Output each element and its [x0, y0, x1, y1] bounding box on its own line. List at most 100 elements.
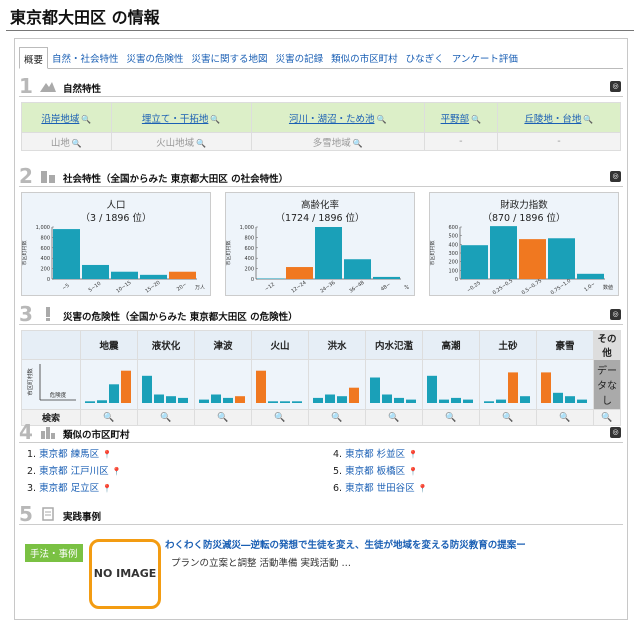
x-tick-label: 0.75~1.0 [550, 278, 573, 295]
prefecture-link[interactable]: 東京都 [39, 483, 71, 494]
hazard-chart-cell [137, 359, 195, 410]
bar [82, 264, 109, 279]
similar-city-item[interactable]: 3. 東京都 足立区 📍 [27, 480, 327, 497]
tab-5[interactable]: 類似の市区町村 [327, 47, 402, 68]
city-link[interactable]: 杉並区 [377, 449, 406, 460]
y-tick-label: 400 [40, 256, 50, 262]
bar [439, 399, 449, 403]
hazard-name: 津波 [194, 330, 252, 360]
tab-2[interactable]: 災害の危険性 [123, 47, 188, 68]
city-link[interactable]: 江戸川区 [71, 466, 109, 477]
section-number: 4 [19, 420, 33, 444]
natural-feature-link[interactable]: 丘陵地・台地 [524, 114, 581, 125]
natural-cell[interactable]: 平野部 🔍 [423, 102, 498, 133]
x-tick-label: 0.25~0.5 [492, 278, 515, 295]
item-number: 4. [333, 449, 346, 460]
natural-cell[interactable]: 河川・湖沼・ため池 🔍 [250, 102, 425, 133]
collapse-toggle-icon[interactable]: ◎ [610, 309, 621, 320]
search-icon[interactable]: 🔍 [103, 413, 114, 423]
similar-city-item[interactable]: 1. 東京都 練馬区 📍 [27, 446, 327, 463]
bar [337, 396, 347, 403]
natural-feature-link[interactable]: 沿岸地域 [41, 114, 79, 125]
collapse-toggle-icon[interactable]: ◎ [610, 427, 621, 438]
hazard-axis-legend: 市区町村数危険度 [26, 364, 76, 401]
y-tick-label: 200 [40, 267, 50, 273]
y-axis-label: 市区町村数 [430, 240, 436, 265]
practice-title-link[interactable]: わくわく防災減災―逆転の発想で生徒を変え、生徒が地域を変える防災教育の提案ー [165, 537, 526, 551]
section-hazard-header: 3 災害の危険性（全国からみた 東京都大田区 の危険性） ◎ [19, 302, 623, 326]
collapse-toggle-icon[interactable]: ◎ [610, 171, 621, 182]
bar [142, 375, 152, 403]
similar-city-item[interactable]: 4. 東京都 杉並区 📍 [333, 446, 633, 463]
search-icon[interactable]: 🔍 [210, 115, 220, 124]
search-icon[interactable]: 🔍 [583, 115, 593, 124]
natural-cell[interactable]: 埋立て・干拓地 🔍 [110, 102, 252, 133]
search-icon[interactable]: 🔍 [331, 413, 342, 423]
natural-cell[interactable]: 丘陵地・台地 🔍 [496, 102, 622, 133]
title-divider [6, 30, 634, 31]
natural-feature-link[interactable]: 平野部 [441, 114, 470, 125]
bar [553, 392, 563, 403]
axis-y-label: 市区町村数 [26, 368, 34, 396]
tab-0[interactable]: 概要 [19, 47, 49, 69]
search-icon[interactable]: 🔍 [445, 413, 456, 423]
bar-chart: 市区町村数 1,000 800 600 400 200 0 ~12 12~24 24~36 36~4… [226, 225, 409, 294]
similar-city-item[interactable]: 5. 東京都 板橋区 📍 [333, 463, 633, 480]
bar [223, 397, 233, 403]
map-pin-icon[interactable]: 📍 [418, 484, 428, 493]
map-pin-icon[interactable]: 📍 [102, 484, 112, 493]
tab-4[interactable]: 災害の記録 [272, 47, 328, 68]
x-unit-label: 数値 [603, 284, 613, 291]
hazard-name: 液状化 [137, 330, 195, 360]
natural-feature-link[interactable]: 埋立て・干拓地 [142, 114, 209, 125]
city-link[interactable]: 世田谷区 [377, 483, 415, 494]
natural-cell[interactable]: 沿岸地域 🔍 [21, 102, 112, 133]
prefecture-link[interactable]: 東京都 [39, 449, 71, 460]
prefecture-link[interactable]: 東京都 [345, 466, 377, 477]
bar [519, 239, 546, 279]
bar [541, 372, 551, 403]
search-icon[interactable]: 🔍 [376, 115, 386, 124]
y-tick-label: 1,000 [240, 225, 254, 231]
item-number: 3. [27, 483, 40, 494]
search-icon[interactable]: 🔍 [160, 413, 171, 423]
tab-6[interactable]: ひなぎく [402, 47, 448, 68]
map-pin-icon[interactable]: 📍 [408, 467, 418, 476]
prefecture-link[interactable]: 東京都 [345, 483, 377, 494]
search-icon[interactable]: 🔍 [502, 413, 513, 423]
city-link[interactable]: 足立区 [71, 483, 100, 494]
search-icon[interactable]: 🔍 [217, 413, 228, 423]
search-icon[interactable]: 🔍 [471, 115, 481, 124]
map-pin-icon[interactable]: 📍 [102, 450, 112, 459]
similar-list-left: 1. 東京都 練馬区 📍 2. 東京都 江戸川区 📍 3. 東京都 足立区 📍 [27, 446, 327, 497]
city-link[interactable]: 板橋区 [377, 466, 406, 477]
building-icon [39, 169, 57, 183]
tab-7[interactable]: アンケート評価 [448, 47, 522, 68]
tab-1[interactable]: 自然・社会特性 [48, 47, 123, 68]
prefecture-link[interactable]: 東京都 [39, 466, 71, 477]
bar [349, 387, 359, 403]
no-image-thumbnail[interactable]: NO IMAGE [89, 539, 161, 609]
bar [235, 396, 245, 403]
similar-city-item[interactable]: 2. 東京都 江戸川区 📍 [27, 463, 327, 480]
collapse-toggle-icon[interactable]: ◎ [610, 81, 621, 92]
prefecture-link[interactable]: 東京都 [345, 449, 377, 460]
map-pin-icon[interactable]: 📍 [112, 467, 122, 476]
x-tick-label: 10~15 [115, 280, 132, 295]
page-title: 東京都大田区 の情報 [10, 8, 160, 27]
tab-3[interactable]: 災害に関する地図 [188, 47, 272, 68]
search-icon[interactable]: 🔍 [559, 413, 570, 423]
natural-cell-inactive: 山地 🔍 [21, 132, 112, 151]
search-icon[interactable]: 🔍 [388, 413, 399, 423]
search-icon[interactable]: 🔍 [274, 413, 285, 423]
bar [280, 401, 290, 403]
similar-city-item[interactable]: 6. 東京都 世田谷区 📍 [333, 480, 633, 497]
bar [313, 397, 323, 403]
section-label: 自然特性 [63, 84, 102, 95]
city-link[interactable]: 練馬区 [71, 449, 100, 460]
x-tick-label: ~12 [264, 282, 276, 293]
search-icon[interactable]: 🔍 [601, 413, 612, 423]
map-pin-icon[interactable]: 📍 [408, 450, 418, 459]
natural-feature-link[interactable]: 河川・湖沼・ため池 [289, 114, 375, 125]
search-icon[interactable]: 🔍 [81, 115, 91, 124]
